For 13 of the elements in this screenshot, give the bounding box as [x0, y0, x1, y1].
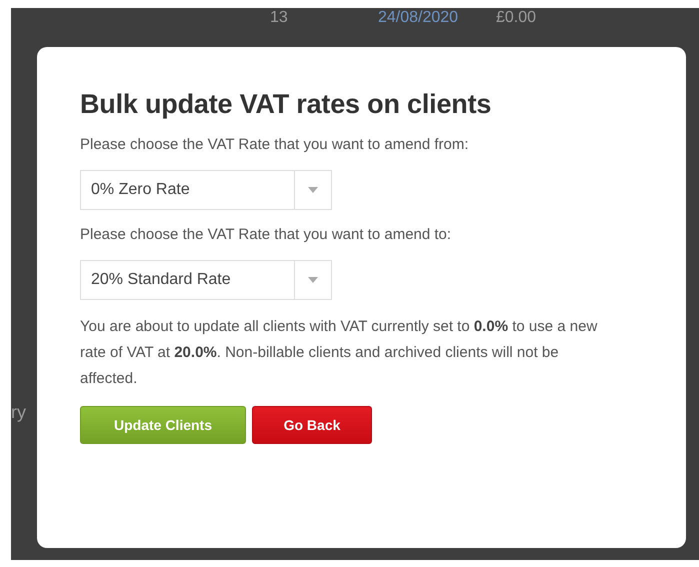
table-cell-text: £0.00: [496, 9, 538, 27]
background-text: ry: [11, 402, 26, 423]
caret-icon: [308, 187, 318, 193]
to-label: Please choose the VAT Rate that you want to amend to:: [80, 225, 452, 245]
from-rate-select[interactable]: 0% Zero Rate: [80, 170, 332, 210]
table-cell-text: 24/08/2020: [378, 9, 460, 27]
go-back-button[interactable]: Go Back: [252, 406, 372, 444]
to-rate-select[interactable]: 20% Standard Rate: [80, 260, 332, 300]
dialog-title: Bulk update VAT rates on clients: [80, 89, 492, 120]
from-label: Please choose the VAT Rate that you want to amend from:: [80, 135, 470, 155]
caret-icon: [308, 277, 318, 283]
table-cell-text: 13: [270, 9, 289, 27]
info-message: You are about to update all clients with VAT currently set to 0.0% to use a new rate of VAT at 20.0%. Non-billable clients and archived clients will not be affected.: [80, 317, 598, 389]
